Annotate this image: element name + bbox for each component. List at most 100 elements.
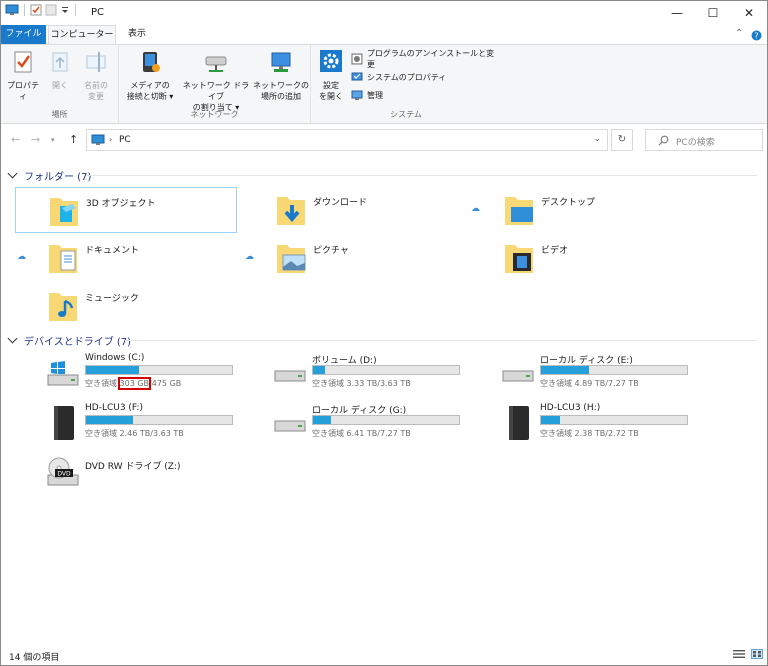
address-path: PC xyxy=(119,135,131,145)
details-view-icon[interactable] xyxy=(733,649,745,659)
drive-e[interactable]: ローカル ディスク (E:) 空き領域 4.89 TB/7.27 TB xyxy=(500,353,720,399)
network-drive-icon xyxy=(205,56,227,72)
folder-documents[interactable]: ドキュメント xyxy=(15,235,237,281)
add-network-location-button[interactable]: ネットワークの 場所の追加 xyxy=(253,50,309,102)
group-label-location: 場所 xyxy=(51,110,68,119)
help-icon[interactable]: ? xyxy=(751,30,762,41)
drive-name: DVD RW ドライブ (Z:) xyxy=(85,462,181,472)
manage-button[interactable]: 管理 xyxy=(351,87,383,103)
open-button[interactable]: 開く xyxy=(45,50,75,91)
drive-f[interactable]: HD-LCU3 (F:) 空き領域 2.46 TB/3.63 TB xyxy=(45,403,265,449)
folder-name: ダウンロード xyxy=(313,198,368,208)
rename-icon xyxy=(86,52,106,72)
drive-info: 空き領域 6.41 TB/7.27 TB xyxy=(312,429,411,438)
rename-button[interactable]: 名前の 変更 xyxy=(77,50,115,102)
drive-usage-bar xyxy=(312,365,460,375)
add-network-location-label-1: ネットワークの xyxy=(253,81,309,90)
breadcrumb-chevron-icon[interactable]: › xyxy=(109,135,112,144)
rename-label-1: 名前の xyxy=(84,81,108,90)
title-bar: PC — ☐ ✕ xyxy=(1,1,767,25)
recent-chevron-icon[interactable]: ▾ xyxy=(51,136,55,144)
large-icons-view-icon[interactable] xyxy=(751,649,763,659)
external-drive-icon xyxy=(54,406,74,440)
properties-icon xyxy=(14,51,32,73)
drive-info: 空き領域 2.46 TB/3.63 TB xyxy=(85,429,184,438)
tab-view[interactable]: 表示 xyxy=(119,25,155,44)
tab-file[interactable]: ファイル xyxy=(1,25,46,44)
properties-checkmark-icon[interactable] xyxy=(30,4,42,16)
section-divider xyxy=(125,340,757,341)
folder-desktop[interactable]: デスクトップ xyxy=(471,187,693,233)
drive-name: HD-LCU3 (F:) xyxy=(85,403,143,413)
forward-arrow-icon[interactable]: → xyxy=(31,133,40,146)
group-label-system: システム xyxy=(390,110,422,119)
window-title: PC xyxy=(91,7,105,18)
folder-3d-objects[interactable]: 3D オブジェクト xyxy=(15,187,237,233)
folder-pictures[interactable]: ピクチャ xyxy=(243,235,465,281)
address-dropdown-icon[interactable]: ⌄ xyxy=(593,134,601,144)
media-device-icon xyxy=(143,52,160,72)
3d-objects-folder-icon xyxy=(50,198,78,226)
drive-c[interactable]: Windows (C:) 空き領域 303 GB/475 GB xyxy=(45,353,265,399)
free-space-label: 空き領域 xyxy=(85,379,117,388)
section-divider xyxy=(87,175,757,176)
folder-downloads[interactable]: ダウンロード xyxy=(243,187,465,233)
folders-section-header[interactable]: フォルダー (7) xyxy=(7,167,91,183)
tab-computer[interactable]: コンピューター xyxy=(48,25,116,44)
folder-music[interactable]: ミュージック xyxy=(15,283,237,329)
open-icon xyxy=(52,52,68,72)
drive-usage-bar xyxy=(312,415,460,425)
desktop-folder-icon xyxy=(505,197,533,225)
chevron-down-icon xyxy=(7,333,18,344)
system-properties-icon xyxy=(351,72,363,81)
uninstall-icon xyxy=(351,53,363,65)
qat-dropdown-icon[interactable] xyxy=(60,4,70,16)
drive-z[interactable]: DVD DVD RW ドライブ (Z:) xyxy=(45,453,265,499)
open-settings-button[interactable]: 設定 を開く xyxy=(313,50,349,102)
drive-info: 空き領域 303 GB/475 GB xyxy=(85,377,181,390)
search-box[interactable]: PCの検索 xyxy=(645,129,763,151)
computer-manage-icon xyxy=(351,90,363,100)
properties-label: プロパティ xyxy=(7,81,39,101)
new-folder-icon[interactable] xyxy=(45,4,57,16)
folder-name: ドキュメント xyxy=(85,246,140,256)
address-bar[interactable]: › PC ⌄ xyxy=(86,129,608,151)
media-connect-button[interactable]: メディアの 接続と切断 ▾ xyxy=(121,50,179,102)
drives-section-header[interactable]: デバイスとドライブ (7) xyxy=(7,332,131,348)
minimize-button[interactable]: — xyxy=(659,1,695,25)
folder-name: ピクチャ xyxy=(313,246,349,256)
quick-access-toolbar xyxy=(5,4,78,16)
drive-g[interactable]: ローカル ディスク (G:) 空き領域 6.41 TB/7.27 TB xyxy=(272,403,492,449)
uninstall-programs-button[interactable]: プログラムのアンインストールと変更 xyxy=(351,49,501,69)
ribbon-tabs: ファイル コンピューター 表示 ⌃ ? xyxy=(1,25,767,44)
drive-usage-bar xyxy=(85,365,233,375)
chevron-up-icon[interactable]: ⌃ xyxy=(735,28,743,39)
open-settings-label-2: を開く xyxy=(319,92,343,101)
folder-name: ミュージック xyxy=(85,294,139,304)
open-label: 開く xyxy=(52,81,68,90)
back-arrow-icon[interactable]: ← xyxy=(11,133,20,146)
close-button[interactable]: ✕ xyxy=(731,1,767,25)
svg-text:?: ? xyxy=(754,32,758,41)
music-folder-icon xyxy=(49,293,77,321)
properties-button[interactable]: プロパティ xyxy=(5,50,41,102)
system-properties-button[interactable]: システムのプロパティ xyxy=(351,69,446,85)
maximize-button[interactable]: ☐ xyxy=(695,1,731,25)
drive-usage-fill xyxy=(541,366,590,374)
rename-label-2: 変更 xyxy=(88,92,104,101)
group-label-network: ネットワーク xyxy=(190,110,239,119)
drive-name: HD-LCU3 (H:) xyxy=(540,403,601,413)
drive-info: 空き領域 2.38 TB/2.72 TB xyxy=(540,429,639,438)
drive-usage-fill xyxy=(86,416,133,424)
manage-label: 管理 xyxy=(367,90,383,100)
map-network-drive-label-1: ネットワーク ドライブ xyxy=(182,81,250,101)
drive-usage-bar xyxy=(540,415,688,425)
drive-d[interactable]: ボリューム (D:) 空き領域 3.33 TB/3.63 TB xyxy=(272,353,492,399)
folder-videos[interactable]: ビデオ xyxy=(471,235,693,281)
drive-h[interactable]: HD-LCU3 (H:) 空き領域 2.38 TB/2.72 TB xyxy=(500,403,720,449)
up-arrow-icon[interactable]: ↑ xyxy=(69,133,78,146)
ribbon-group-system: 設定 を開く プログラムのアンインストールと変更 システムのプロパティ 管理 シ… xyxy=(311,45,501,123)
windows-drive-icon xyxy=(47,361,79,386)
refresh-icon[interactable]: ↻ xyxy=(611,129,633,151)
map-network-drive-button[interactable]: ネットワーク ドライブ の割り当て ▾ xyxy=(179,50,253,113)
